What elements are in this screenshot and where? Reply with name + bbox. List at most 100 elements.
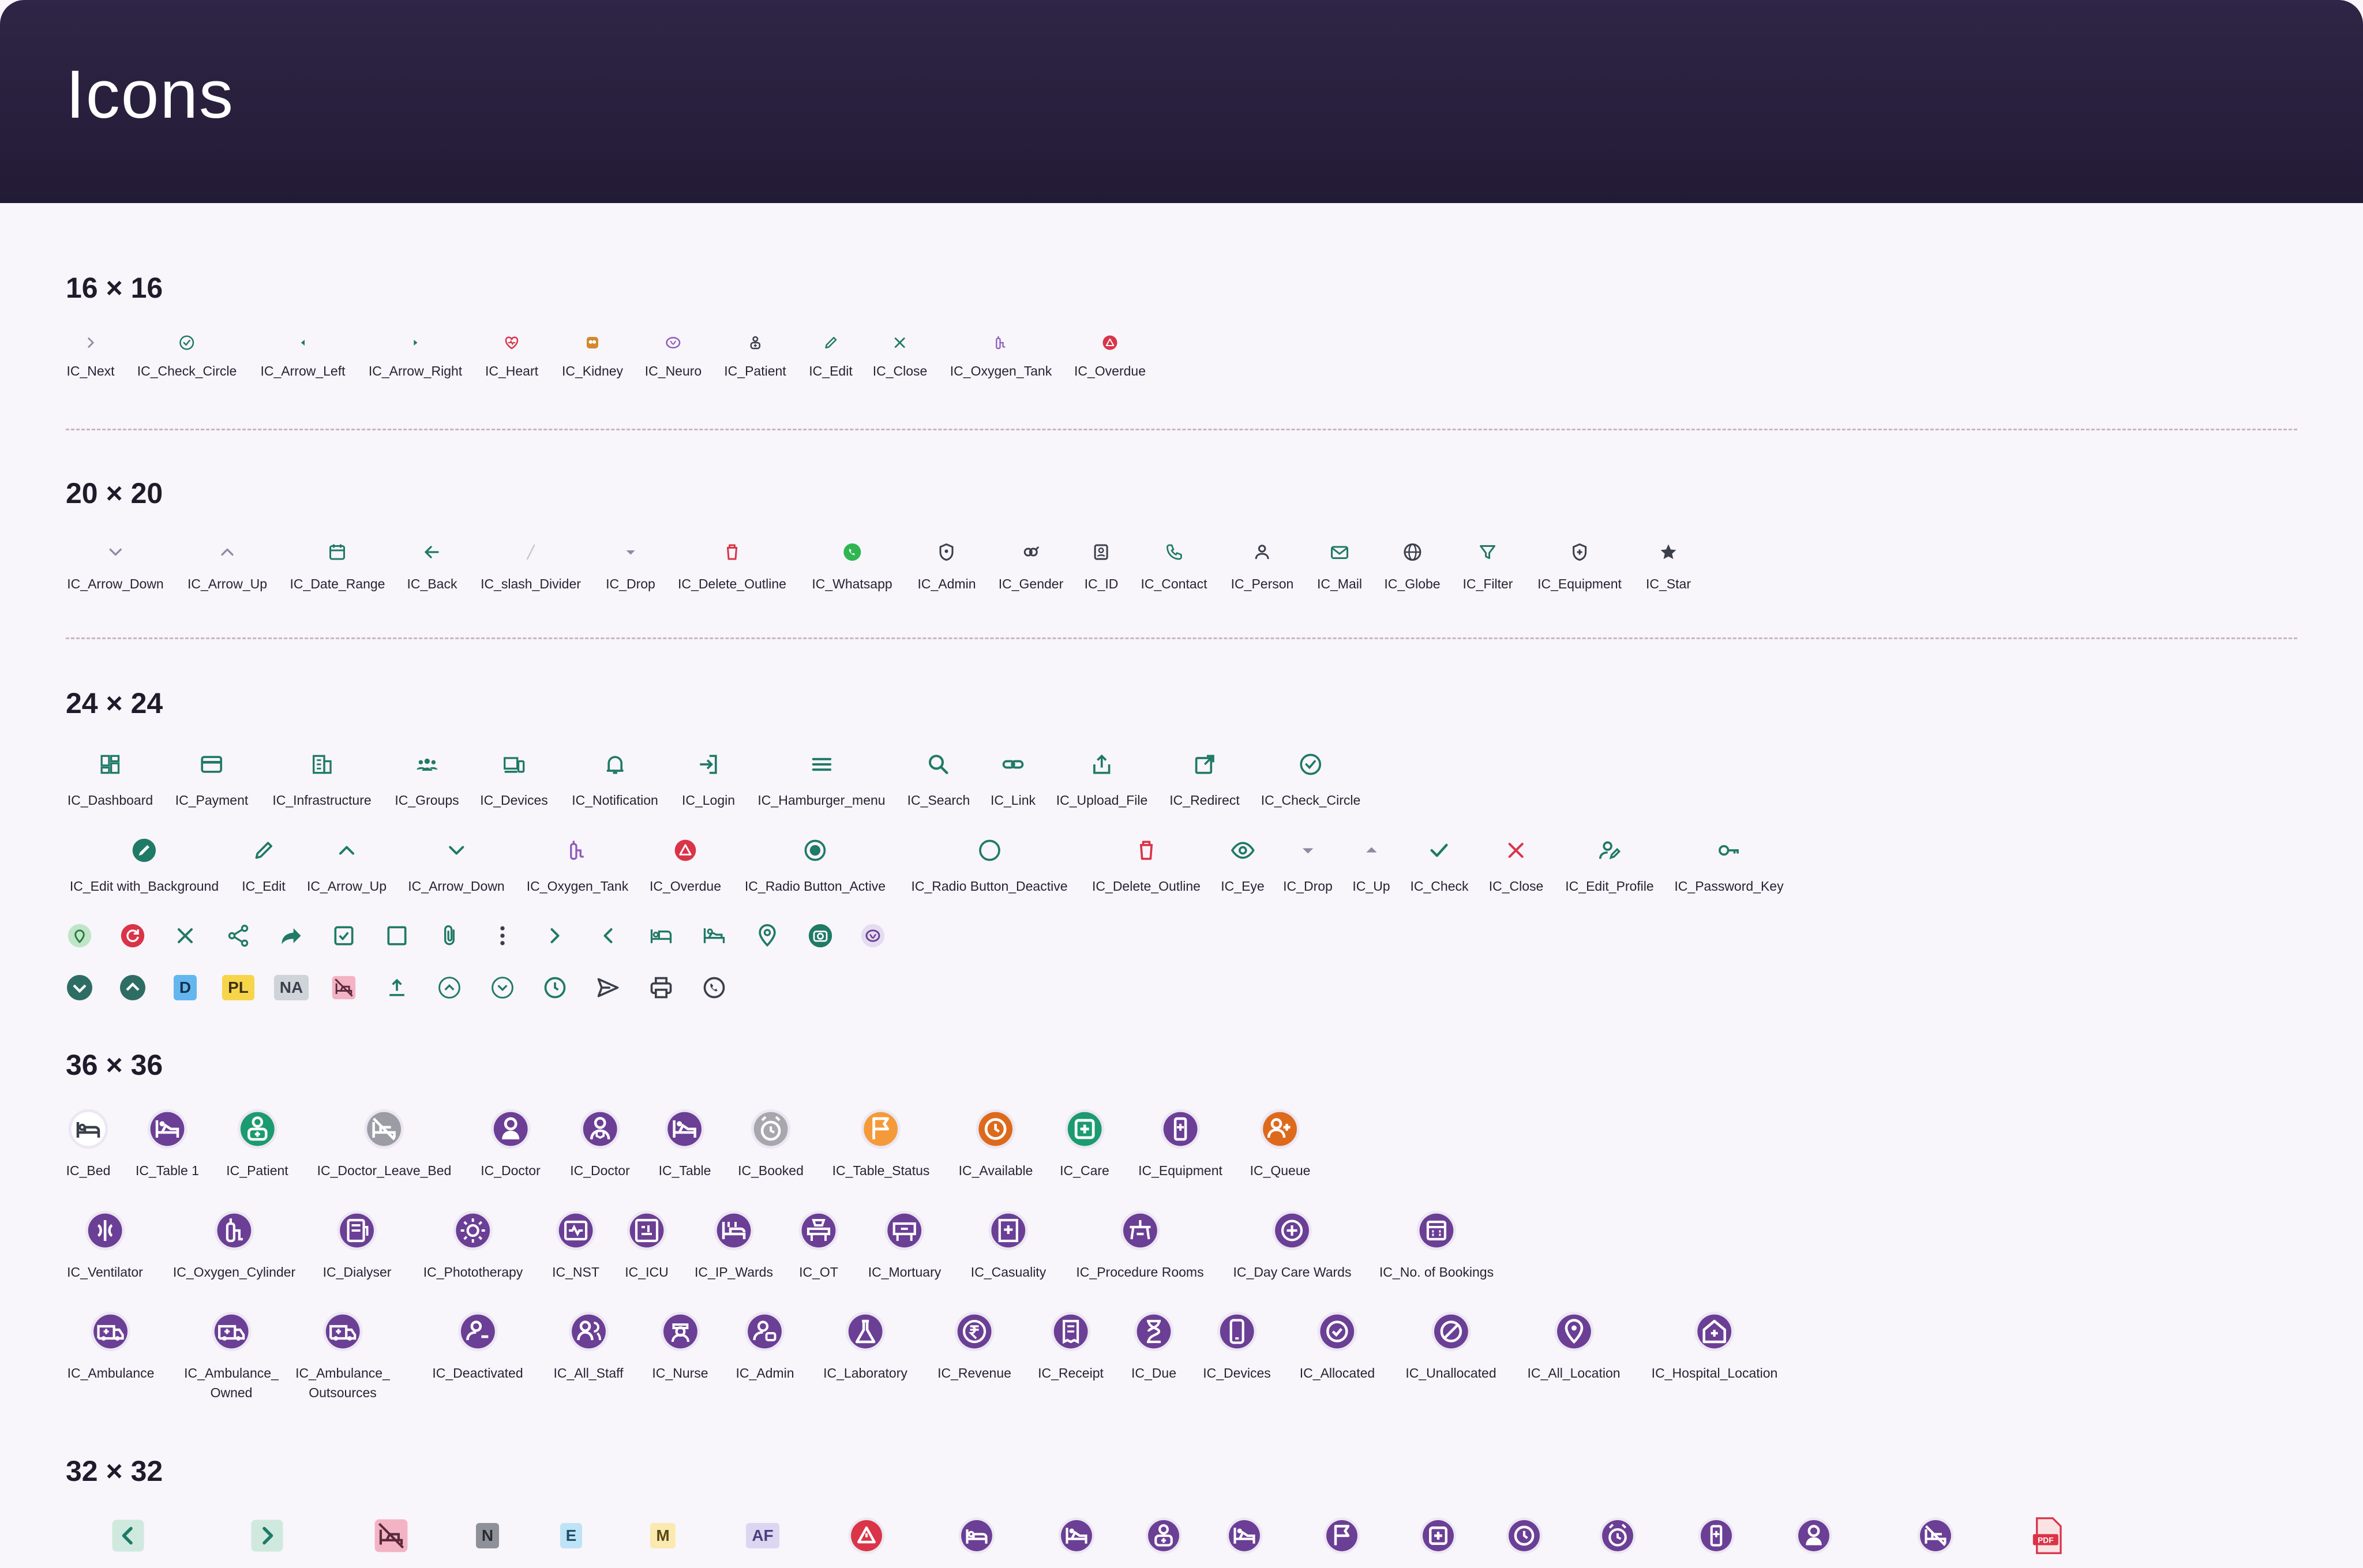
ip-circle-icon[interactable] xyxy=(711,1208,756,1253)
e-badge-cell[interactable]: E xyxy=(550,1515,592,1556)
no-bed-cell[interactable] xyxy=(370,1515,412,1556)
groups-icon[interactable] xyxy=(411,749,442,780)
overdue-circle-icon[interactable] xyxy=(846,1515,887,1556)
kidney-cell[interactable]: IC_Kidney xyxy=(562,332,623,381)
amb-circle-cell[interactable]: IC_Ambulance_ Outsources xyxy=(295,1309,390,1402)
cal-cell[interactable]: IC_Date_Range xyxy=(290,539,385,594)
search-icon[interactable] xyxy=(923,749,954,780)
eye-cell[interactable]: IC_Eye xyxy=(1221,835,1265,896)
doctor-circle-cell[interactable] xyxy=(1793,1515,1835,1556)
equip-icon[interactable] xyxy=(1567,539,1592,565)
checkbox-empty-cell[interactable] xyxy=(381,920,412,951)
photo-circle-cell[interactable]: IC_Phototherapy xyxy=(423,1208,523,1282)
table-circle-icon[interactable] xyxy=(145,1106,190,1151)
checkC-icon[interactable] xyxy=(177,332,197,353)
proc-circle-icon[interactable] xyxy=(1117,1208,1162,1253)
doc2-circle-icon[interactable] xyxy=(577,1106,622,1151)
bed-circle-cell[interactable] xyxy=(956,1515,997,1556)
phone-circle-cell[interactable]: IC_Devices xyxy=(1203,1309,1271,1383)
dash-icon[interactable] xyxy=(95,749,126,780)
close-cell[interactable]: IC_Close xyxy=(1489,835,1543,896)
admin-circle-cell[interactable]: IC_Admin xyxy=(736,1309,794,1383)
person-icon[interactable] xyxy=(1250,539,1275,565)
chevU-cell[interactable]: IC_Arrow_Up xyxy=(307,835,387,896)
oxy-icon[interactable] xyxy=(991,332,1011,353)
loc-circle-icon[interactable] xyxy=(1551,1309,1596,1354)
staff-circle-cell[interactable]: IC_All_Staff xyxy=(553,1309,624,1383)
checkbox-checked-cell[interactable] xyxy=(328,920,359,951)
chevron-down-circle-icon[interactable] xyxy=(64,972,95,1003)
edit-cell[interactable]: IC_Edit xyxy=(809,332,853,381)
menu-icon[interactable] xyxy=(806,749,837,780)
search-cell[interactable]: IC_Search xyxy=(907,749,970,810)
triR-icon[interactable] xyxy=(405,332,426,353)
next-box-cell[interactable] xyxy=(246,1515,288,1556)
upload-cell[interactable]: IC_Upload_File xyxy=(1056,749,1147,810)
heart-icon[interactable] xyxy=(501,332,522,353)
flag-circle-cell[interactable]: IC_Table_Status xyxy=(832,1106,929,1180)
alarm-circle-icon[interactable] xyxy=(748,1106,793,1151)
pin-circle-icon[interactable] xyxy=(64,920,95,951)
care-circle-cell[interactable] xyxy=(1417,1515,1459,1556)
table-circle-cell[interactable]: IC_Table xyxy=(659,1106,711,1180)
radioD-icon[interactable] xyxy=(974,835,1005,866)
bed-circle-icon[interactable] xyxy=(956,1515,997,1556)
checkC-icon[interactable] xyxy=(1295,749,1326,780)
send-icon[interactable] xyxy=(592,972,624,1003)
shield-icon[interactable] xyxy=(934,539,959,565)
camera-icon[interactable] xyxy=(805,920,836,951)
eye-icon[interactable] xyxy=(1227,835,1258,866)
clock-circle-icon[interactable] xyxy=(973,1106,1018,1151)
refresh-circle-icon[interactable] xyxy=(117,920,148,951)
heart-cell[interactable]: IC_Heart xyxy=(485,332,538,381)
unalloc-circle-icon[interactable] xyxy=(1428,1309,1473,1354)
devices-icon[interactable] xyxy=(498,749,530,780)
gender-cell[interactable]: IC_Gender xyxy=(999,539,1063,594)
rupee-circle-icon[interactable] xyxy=(952,1309,997,1354)
flag-circle-cell[interactable] xyxy=(1321,1515,1363,1556)
checkbox-empty-icon[interactable] xyxy=(381,920,412,951)
m-badge-icon[interactable]: M xyxy=(642,1515,684,1556)
triU-cell[interactable]: IC_Up xyxy=(1352,835,1390,896)
triD-icon[interactable] xyxy=(1292,835,1323,866)
na-badge-icon[interactable]: NA xyxy=(273,972,309,1003)
print-icon[interactable] xyxy=(646,972,677,1003)
globe-cell[interactable]: IC_Globe xyxy=(1384,539,1441,594)
person-cell[interactable]: IC_Person xyxy=(1231,539,1293,594)
receipt-circle-icon[interactable] xyxy=(1048,1309,1093,1354)
pdf-file-icon[interactable]: PDF xyxy=(2027,1515,2069,1556)
vent-circle-icon[interactable] xyxy=(82,1208,127,1253)
table-status-circle-cell[interactable] xyxy=(1224,1515,1265,1556)
close-cell[interactable] xyxy=(170,920,201,951)
no-bed-icon[interactable] xyxy=(370,1515,412,1556)
phone-circle-icon[interactable] xyxy=(1214,1309,1259,1354)
care-circle-icon[interactable] xyxy=(1417,1515,1459,1556)
photo-circle-icon[interactable] xyxy=(451,1208,496,1253)
table-circle-icon[interactable] xyxy=(1056,1515,1097,1556)
triD-cell[interactable]: IC_Drop xyxy=(606,539,655,594)
redirect-icon[interactable] xyxy=(1189,749,1220,780)
noBed-circle-cell[interactable]: IC_Doctor_Leave_Bed xyxy=(317,1106,451,1180)
bell-cell[interactable]: IC_Notification xyxy=(572,749,658,810)
checkbox-checked-icon[interactable] xyxy=(328,920,359,951)
equip-circle-icon[interactable] xyxy=(1158,1106,1203,1151)
editProf-icon[interactable] xyxy=(1594,835,1625,866)
slash-icon[interactable] xyxy=(518,539,543,565)
doctor-leave-bed-circle-icon[interactable] xyxy=(1915,1515,1956,1556)
chevron-up-circle-icon[interactable] xyxy=(117,972,148,1003)
shield-cell[interactable]: IC_Admin xyxy=(918,539,976,594)
cas-circle-cell[interactable]: IC_Casuality xyxy=(971,1208,1046,1282)
table-circle-cell[interactable] xyxy=(1056,1515,1097,1556)
lab-circle-cell[interactable]: IC_Laboratory xyxy=(823,1309,907,1383)
due-circle-cell[interactable]: IC_Due xyxy=(1131,1309,1176,1383)
link-icon[interactable] xyxy=(997,749,1029,780)
chevD-icon[interactable] xyxy=(441,835,472,866)
neuro-cell[interactable]: IC_Neuro xyxy=(645,332,702,381)
icu-circle-icon[interactable] xyxy=(624,1208,669,1253)
m-badge-cell[interactable]: M xyxy=(642,1515,684,1556)
print-cell[interactable] xyxy=(646,972,677,1003)
table-status-circle-icon[interactable] xyxy=(1224,1515,1265,1556)
dash-cell[interactable]: IC_Dashboard xyxy=(67,749,153,810)
alarm-circle-icon[interactable] xyxy=(1597,1515,1638,1556)
bed-circle-cell[interactable]: IC_Bed xyxy=(66,1106,111,1180)
